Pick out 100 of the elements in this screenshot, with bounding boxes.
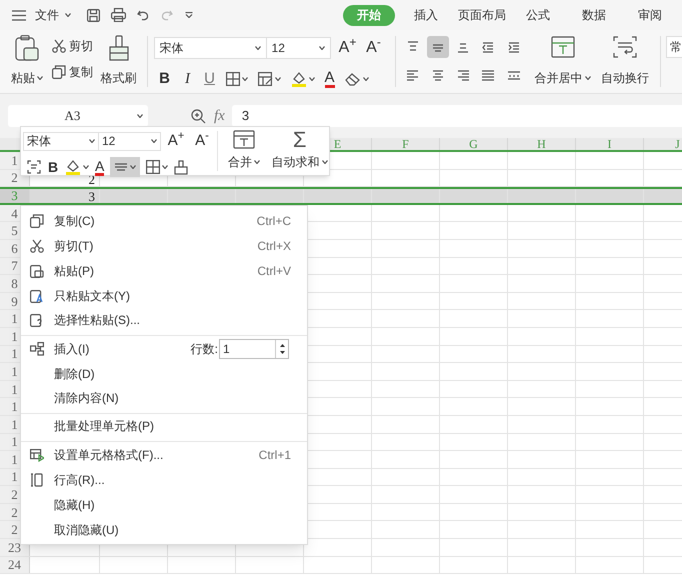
row-header[interactable]: 1 [11, 452, 18, 466]
save-icon [87, 8, 100, 22]
row-header[interactable]: 9 [11, 294, 18, 308]
autosum-button[interactable]: Σ 自动求和 [270, 129, 329, 173]
caret-icon [130, 165, 136, 169]
print-button[interactable] [111, 8, 126, 22]
menu-item[interactable]: 隐藏(H) [21, 492, 307, 517]
eraser-icon [344, 72, 361, 86]
increase-font-button[interactable]: A$^{+}$ [165, 130, 187, 152]
row-header[interactable]: 1 [11, 154, 18, 167]
row-header[interactable]: 7 [11, 259, 18, 272]
font-color-button[interactable]: A [95, 158, 104, 176]
function-button[interactable]: fx [214, 104, 225, 128]
menu-item[interactable]: 只粘贴文本(Y) [21, 283, 307, 308]
clear-button[interactable] [344, 72, 369, 86]
save-button[interactable] [87, 8, 100, 22]
clipboard-icon [30, 313, 44, 327]
row-header[interactable]: 1 [11, 312, 18, 326]
paint-bucket-icon [65, 159, 81, 175]
menu-item[interactable]: 插入(I) 行数: 1 [21, 336, 307, 361]
row-header[interactable]: 2 [11, 506, 18, 519]
paint-brush-icon [174, 160, 188, 174]
caret-icon [274, 77, 281, 82]
row-count-spinner[interactable]: 1 [219, 338, 289, 358]
ribbon-tab[interactable]: 审阅 [622, 4, 678, 26]
align-button[interactable] [110, 157, 140, 177]
file-menu[interactable]: 文件 [35, 6, 71, 24]
borders-icon [226, 72, 240, 86]
wrap-text-button[interactable]: 自动换行 [596, 35, 654, 87]
row-header[interactable]: 1 [11, 330, 18, 343]
copy-icon [30, 214, 44, 228]
copy-button[interactable]: 复制 [52, 62, 93, 82]
formula-input[interactable]: 3 [232, 105, 682, 127]
format-painter-button[interactable] [174, 160, 188, 174]
menu-item[interactable]: 设置单元格格式(F)... Ctrl+1 [21, 442, 307, 467]
merge-center-button[interactable]: 合并居中 [532, 35, 592, 87]
font-dropdown[interactable]: 宋体 [23, 132, 99, 151]
undo-button[interactable] [137, 9, 149, 21]
merge-button[interactable]: 合并 [224, 129, 264, 173]
increase-font-button[interactable]: A$^{+}$ [336, 36, 359, 60]
fill-color-button[interactable] [65, 159, 89, 175]
row-header[interactable]: 8 [11, 276, 18, 290]
menu-item[interactable]: 粘贴(P) Ctrl+V [21, 258, 307, 283]
row-header[interactable]: 1 [11, 382, 18, 396]
decrease-font-button[interactable]: A$^{-}$ [362, 36, 385, 60]
menu-item[interactable]: 选择性粘贴(S)... [21, 308, 307, 336]
name-box[interactable]: A3 [8, 105, 148, 127]
wrap-text-icon [613, 35, 638, 59]
paste-button[interactable]: 粘贴 [8, 35, 46, 87]
row-header[interactable]: 2 [11, 171, 18, 184]
menu-item[interactable]: 取消隐藏(U) [21, 517, 307, 542]
align-button[interactable] [426, 36, 449, 58]
menu-button[interactable] [12, 8, 28, 22]
menu-item[interactable]: 复制(C) Ctrl+C [21, 208, 307, 233]
format-painter-button[interactable]: 格式刷 [98, 35, 139, 87]
row-header[interactable]: 1 [11, 400, 18, 414]
menu-item[interactable]: 行高(R)... [21, 467, 307, 492]
customize-button[interactable] [185, 12, 193, 18]
font-dropdown[interactable]: 宋体 [154, 37, 267, 59]
bold-button[interactable]: B [47, 156, 59, 178]
row-header[interactable]: 1 [11, 364, 18, 378]
search-button[interactable] [191, 108, 206, 124]
decrease-font-button[interactable]: A$^{-}$ [191, 130, 213, 152]
wrap-text-button[interactable] [27, 160, 41, 174]
menu-item[interactable]: 清除内容(N) [21, 386, 307, 414]
clipboard-icon [30, 288, 44, 302]
ribbon-tab[interactable]: 数据 [566, 4, 622, 26]
row-header[interactable]: 1 [11, 470, 18, 484]
number-format-dropdown[interactable]: 常 [666, 36, 682, 58]
borders-button[interactable] [146, 160, 168, 174]
italic-button[interactable]: I [182, 68, 194, 90]
row-header[interactable]: 2 [11, 488, 18, 502]
font-size-dropdown[interactable]: 12 [99, 132, 161, 151]
row-header[interactable]: 4 [11, 206, 18, 220]
menu-item[interactable]: 批量处理单元格(P) [21, 414, 307, 442]
underline-button[interactable]: U [204, 68, 216, 90]
ribbon-tab[interactable]: 公式 [510, 4, 566, 26]
bold-button[interactable]: B [158, 68, 172, 90]
fill-color-button[interactable] [290, 71, 315, 88]
menu-item[interactable]: 剪切(T) Ctrl+X [21, 233, 307, 258]
align-icon [114, 161, 128, 173]
font-color-button[interactable]: A [324, 70, 335, 88]
row-header[interactable]: 6 [11, 242, 18, 255]
caret-icon [162, 165, 168, 169]
borders-button[interactable] [226, 72, 248, 86]
menu-item[interactable]: 删除(D) [21, 361, 307, 386]
row-header[interactable]: 1 [11, 418, 18, 431]
row-height-icon [30, 472, 44, 486]
printer-icon [111, 8, 126, 22]
caret-icon [185, 12, 193, 18]
row-header[interactable]: 5 [11, 224, 18, 238]
row-header[interactable]: 1 [11, 435, 18, 448]
cell-style-button[interactable] [258, 72, 281, 86]
ribbon-tab[interactable]: 页面布局 [454, 4, 510, 26]
cut-button[interactable]: 剪切 [52, 36, 93, 56]
ribbon-tab[interactable]: 插入 [398, 4, 454, 26]
row-header[interactable]: 1 [11, 347, 18, 360]
row-header[interactable]: 2 [11, 523, 18, 536]
table-cell: 3 [88, 190, 95, 203]
font-size-dropdown[interactable]: 12 [266, 37, 331, 59]
